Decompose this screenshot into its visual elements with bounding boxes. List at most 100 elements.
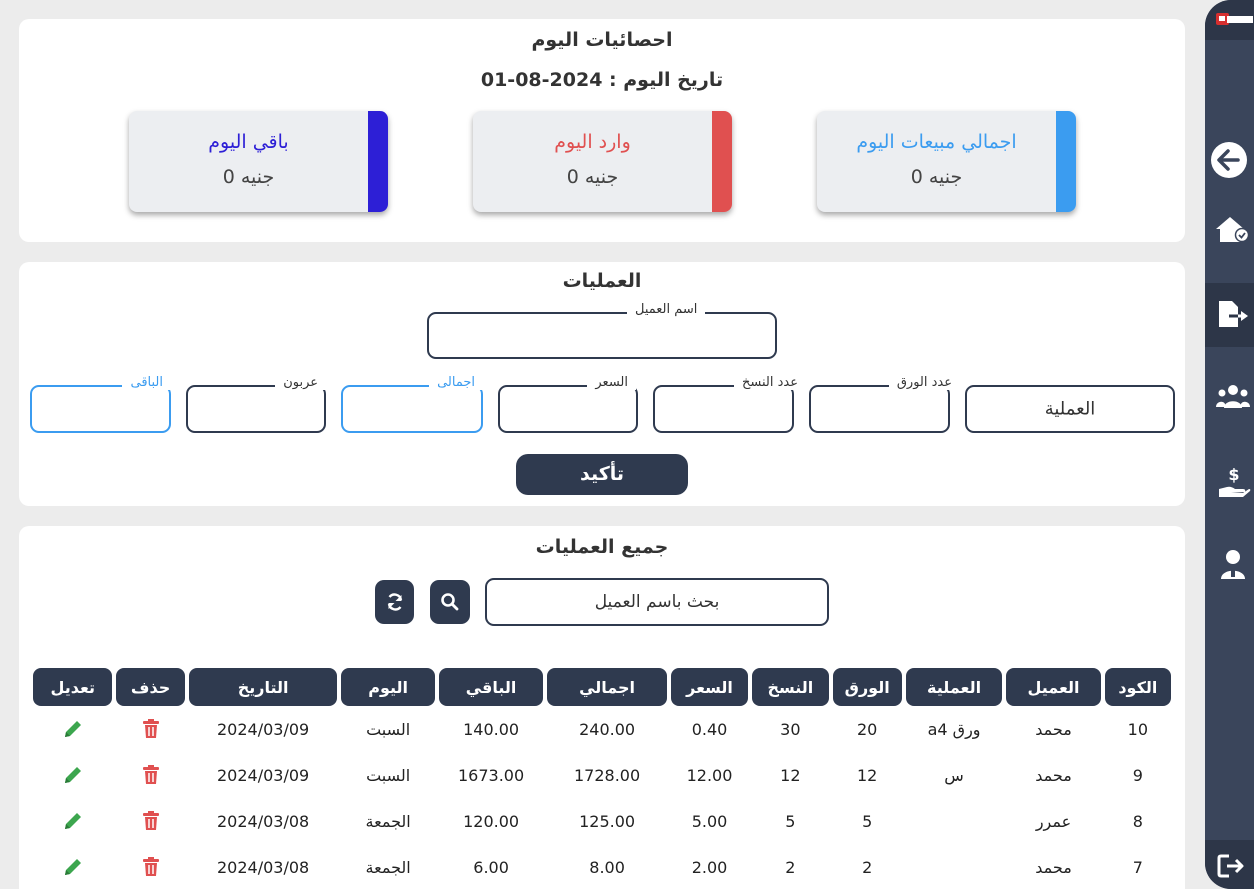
remaining-label: الباقى bbox=[122, 375, 171, 390]
total-input[interactable]: اجمالى bbox=[341, 375, 483, 433]
operations-table: الكود العميل العملية الورق النسخ السعر ا… bbox=[29, 668, 1175, 889]
cell-date: 2024/03/09 bbox=[216, 765, 310, 785]
stat-label: اجمالي مبيعات اليوم bbox=[856, 131, 1017, 153]
delete-button[interactable] bbox=[116, 752, 184, 798]
file-export-icon bbox=[1219, 301, 1248, 327]
cell-day: السبت bbox=[366, 765, 411, 785]
paper-count-input[interactable]: عدد الورق bbox=[809, 375, 960, 433]
sidebar-item-operations[interactable] bbox=[1205, 283, 1254, 347]
cell-customer: محمد bbox=[1035, 765, 1072, 785]
edit-button[interactable] bbox=[33, 752, 112, 798]
cell-date: 2024/03/09 bbox=[216, 719, 310, 739]
cell-day: السبت bbox=[366, 719, 411, 739]
cell-total: 125.00 bbox=[579, 811, 636, 831]
cell-code: 10 bbox=[1127, 719, 1149, 739]
cell-date: 2024/03/08 bbox=[216, 857, 310, 877]
edit-button[interactable] bbox=[33, 706, 112, 752]
stat-card-income: وارد اليوم 0 جنيه bbox=[473, 111, 732, 212]
col-header-code: الكود bbox=[1104, 668, 1171, 706]
deposit-input[interactable]: عربون bbox=[186, 375, 326, 433]
stat-value: 0 جنيه bbox=[566, 166, 619, 188]
stat-accent-bar bbox=[1056, 111, 1076, 212]
stat-value: 0 جنيه bbox=[910, 166, 963, 188]
col-header-edit: تعديل bbox=[33, 668, 113, 706]
cell-operation bbox=[906, 844, 1002, 889]
logout-icon[interactable] bbox=[1217, 854, 1251, 878]
col-header-paper: الورق bbox=[832, 668, 902, 706]
edit-button[interactable] bbox=[33, 798, 112, 844]
col-header-customer: العميل bbox=[1006, 668, 1101, 706]
trash-icon bbox=[142, 857, 159, 877]
stat-label: باقي اليوم bbox=[208, 131, 289, 153]
deposit-label: عربون bbox=[275, 375, 326, 390]
cell-remaining: 1673.00 bbox=[457, 765, 525, 785]
cell-day: الجمعة bbox=[365, 857, 411, 877]
cell-remaining: 120.00 bbox=[463, 811, 520, 831]
col-header-total: اجمالي bbox=[547, 668, 667, 706]
cell-remaining: 6.00 bbox=[473, 857, 509, 877]
customer-search-input[interactable]: بحث باسم العميل bbox=[485, 578, 829, 626]
col-header-copies: النسخ bbox=[752, 668, 829, 706]
table-row: 7 محمد 2 2 2.00 8.00 6.00 الجمعة 2024/03/08 bbox=[33, 844, 1171, 889]
confirm-button[interactable]: تأكيد bbox=[516, 454, 688, 495]
all-operations-title: جميع العمليات bbox=[535, 536, 669, 558]
copies-count-label: عدد النسخ bbox=[734, 375, 806, 390]
operation-input[interactable]: العملية bbox=[965, 385, 1175, 433]
cell-operation bbox=[906, 798, 1002, 844]
daily-stats-card: احصائيات اليوم تاريخ اليوم : 2024-08-01 … bbox=[19, 19, 1185, 242]
stat-label: وارد اليوم bbox=[554, 131, 631, 153]
refresh-icon bbox=[387, 593, 403, 611]
col-header-operation: العملية bbox=[905, 668, 1003, 706]
cell-day: الجمعة bbox=[365, 811, 411, 831]
sidebar: $ bbox=[1205, 0, 1254, 889]
cell-date: 2024/03/08 bbox=[216, 811, 310, 831]
pencil-icon bbox=[64, 767, 81, 784]
cell-customer: عمرر bbox=[1035, 811, 1072, 831]
search-icon bbox=[441, 593, 459, 611]
hand-money-icon[interactable]: $ bbox=[1217, 465, 1251, 499]
remaining-input[interactable]: الباقى bbox=[30, 375, 171, 433]
sidebar-footer bbox=[1205, 840, 1254, 889]
stats-date: تاريخ اليوم : 2024-08-01 bbox=[480, 69, 724, 91]
operations-title: العمليات bbox=[562, 270, 642, 292]
col-header-remaining: الباقي bbox=[438, 668, 544, 706]
cell-code: 8 bbox=[1132, 811, 1143, 831]
back-arrow-icon[interactable] bbox=[1209, 140, 1249, 180]
price-input[interactable]: السعر bbox=[498, 375, 638, 433]
cell-paper: 20 bbox=[857, 719, 878, 739]
all-operations-card: جميع العمليات بحث باسم العميل الكود العم… bbox=[19, 526, 1185, 889]
cell-total: 240.00 bbox=[579, 719, 636, 739]
stat-accent-bar bbox=[712, 111, 732, 212]
user-icon[interactable] bbox=[1219, 548, 1247, 580]
search-button[interactable] bbox=[430, 580, 470, 624]
col-header-delete: حذف bbox=[116, 668, 185, 706]
delete-button[interactable] bbox=[116, 798, 184, 844]
operations-form-card: العمليات اسم العميل العملية عدد الورق عد… bbox=[19, 262, 1185, 506]
total-label: اجمالى bbox=[429, 375, 483, 390]
trash-icon bbox=[142, 811, 159, 831]
stat-value: 0 جنيه bbox=[222, 166, 275, 188]
table-row: 10 محمد ورق a4 20 30 0.40 240.00 140.00 السبت 202… bbox=[33, 706, 1171, 752]
edit-button[interactable] bbox=[33, 844, 112, 889]
home-icon[interactable] bbox=[1215, 215, 1249, 245]
pencil-icon bbox=[64, 813, 81, 830]
delete-button[interactable] bbox=[116, 706, 184, 752]
refresh-button[interactable] bbox=[375, 580, 414, 624]
stat-card-total-sales: اجمالي مبيعات اليوم 0 جنيه bbox=[817, 111, 1076, 212]
cell-total: 1728.00 bbox=[573, 765, 641, 785]
delete-button[interactable] bbox=[116, 844, 184, 889]
cell-paper: 12 bbox=[857, 765, 878, 785]
sidebar-header bbox=[1205, 0, 1254, 40]
paper-count-label: عدد الورق bbox=[888, 375, 960, 390]
col-header-date: التاريخ bbox=[188, 668, 338, 706]
cell-total: 8.00 bbox=[589, 857, 625, 877]
users-icon[interactable] bbox=[1215, 382, 1251, 412]
cell-code: 7 bbox=[1132, 857, 1143, 877]
table-row: 9 محمد س 12 12 12.00 1728.00 1673.00 السبت 2024/0… bbox=[33, 752, 1171, 798]
cell-copies: 30 bbox=[780, 719, 801, 739]
cell-paper: 2 bbox=[862, 857, 873, 877]
trash-icon bbox=[142, 765, 159, 785]
customer-name-input[interactable]: اسم العميل bbox=[427, 302, 777, 359]
logo-icon bbox=[1216, 13, 1253, 25]
copies-count-input[interactable]: عدد النسخ bbox=[653, 375, 806, 433]
